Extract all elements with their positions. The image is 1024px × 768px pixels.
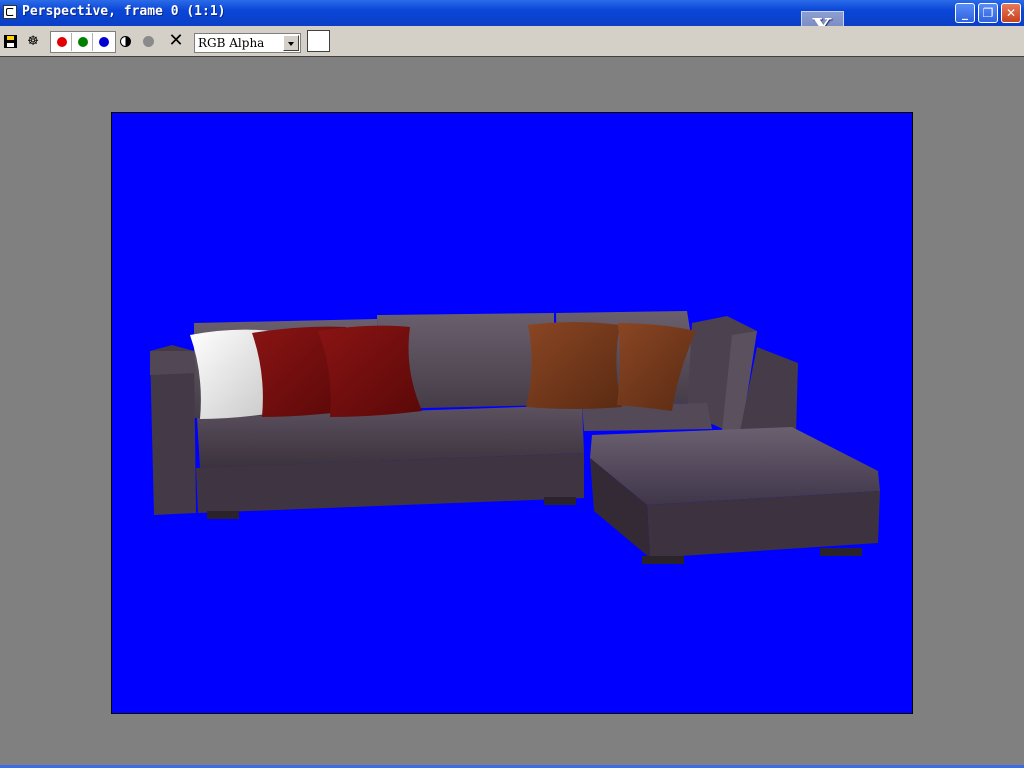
render-viewport bbox=[111, 112, 913, 714]
sofa-render bbox=[150, 311, 880, 564]
blue-channel-icon bbox=[99, 37, 109, 47]
sofa-leg bbox=[544, 497, 576, 505]
channel-toggle-group bbox=[50, 31, 116, 53]
gray-dot-icon[interactable] bbox=[143, 36, 154, 47]
sofa-leg bbox=[207, 511, 239, 519]
channel-select[interactable]: RGB Alpha bbox=[194, 33, 301, 53]
minimize-button[interactable]: _ bbox=[955, 3, 975, 23]
toolbar: ☸ ✕ bbox=[0, 26, 1024, 57]
ottoman-leg bbox=[820, 548, 862, 556]
save-icon[interactable] bbox=[4, 35, 17, 48]
ottoman-leg bbox=[642, 556, 684, 564]
green-channel-button[interactable] bbox=[73, 33, 93, 51]
pillow-brown bbox=[526, 322, 622, 409]
clear-icon[interactable]: ✕ bbox=[167, 32, 185, 50]
close-button[interactable]: ✕ bbox=[1001, 3, 1021, 23]
red-channel-button[interactable] bbox=[52, 33, 72, 51]
app-icon bbox=[3, 5, 17, 19]
clone-icon[interactable]: ☸ bbox=[24, 34, 42, 49]
color-swatch[interactable] bbox=[307, 30, 330, 52]
title-bar[interactable]: Perspective, frame 0 (1:1) _ ❐ ✕ bbox=[0, 0, 1024, 26]
left-arm-front bbox=[150, 351, 196, 375]
channel-select-value: RGB Alpha bbox=[198, 36, 265, 50]
ottoman-top bbox=[590, 427, 880, 505]
window-title: Perspective, frame 0 (1:1) bbox=[22, 4, 226, 19]
blue-channel-button[interactable] bbox=[94, 33, 114, 51]
red-channel-icon bbox=[57, 37, 67, 47]
monochrome-icon[interactable] bbox=[120, 36, 131, 47]
pillow-red bbox=[318, 325, 422, 417]
chevron-down-icon[interactable] bbox=[283, 35, 299, 51]
restore-button[interactable]: ❐ bbox=[978, 3, 998, 23]
green-channel-icon bbox=[78, 37, 88, 47]
